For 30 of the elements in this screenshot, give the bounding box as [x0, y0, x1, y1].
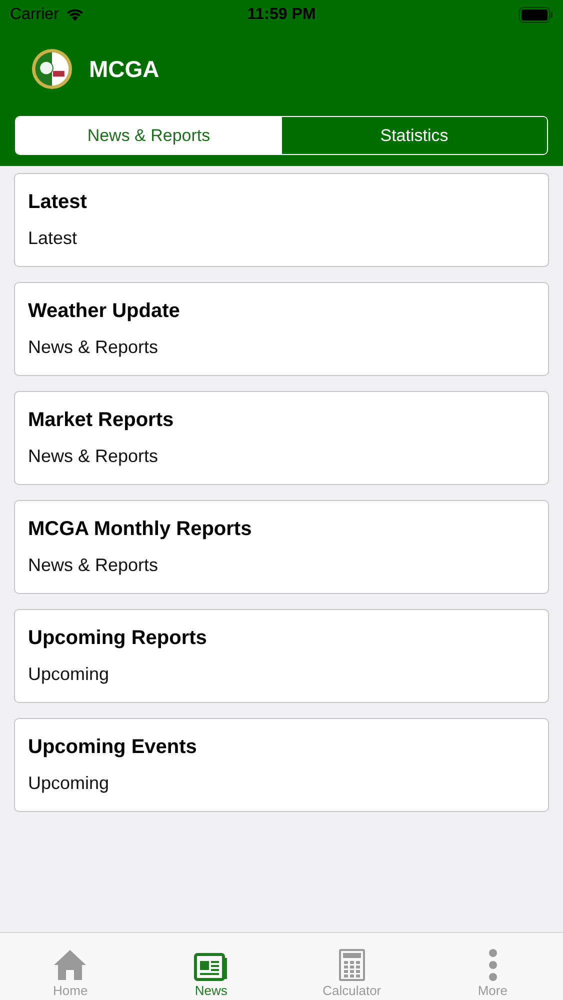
logo-icon [31, 48, 73, 90]
status-time: 11:59 PM [247, 6, 316, 24]
card-title: Market Reports [28, 409, 175, 432]
card-subtitle: News & Reports [28, 446, 160, 467]
app-title: MCGA [89, 56, 160, 82]
category-card[interactable]: Weather Update News & Reports [14, 282, 549, 376]
home-icon [53, 949, 88, 981]
card-title: MCGA Monthly Reports [28, 518, 253, 541]
card-subtitle: Upcoming [28, 773, 110, 794]
category-card[interactable]: Upcoming Events Upcoming [14, 718, 549, 812]
card-subtitle: News & Reports [28, 555, 160, 576]
card-title: Weather Update [28, 300, 181, 323]
card-subtitle: Upcoming [28, 664, 110, 685]
card-title: Latest [28, 191, 88, 214]
card-subtitle: Latest [28, 228, 78, 249]
carrier-label: Carrier [10, 6, 59, 24]
category-card[interactable]: Market Reports News & Reports [14, 391, 549, 485]
card-subtitle: News & Reports [28, 337, 160, 358]
segment-tab[interactable]: News & Reports [16, 117, 282, 154]
category-card[interactable]: Latest Latest [14, 173, 549, 267]
more-icon [488, 949, 498, 981]
card-title: Upcoming Reports [28, 627, 208, 650]
category-card[interactable]: MCGA Monthly Reports News & Reports [14, 500, 549, 594]
category-card[interactable]: Upcoming Reports Upcoming [14, 609, 549, 703]
battery-icon [519, 7, 553, 23]
calculator-icon [338, 949, 365, 981]
wifi-icon [64, 8, 85, 22]
newspaper-icon [194, 953, 228, 981]
tab-bar-item[interactable]: News [140, 933, 282, 1000]
card-title: Upcoming Events [28, 736, 198, 759]
